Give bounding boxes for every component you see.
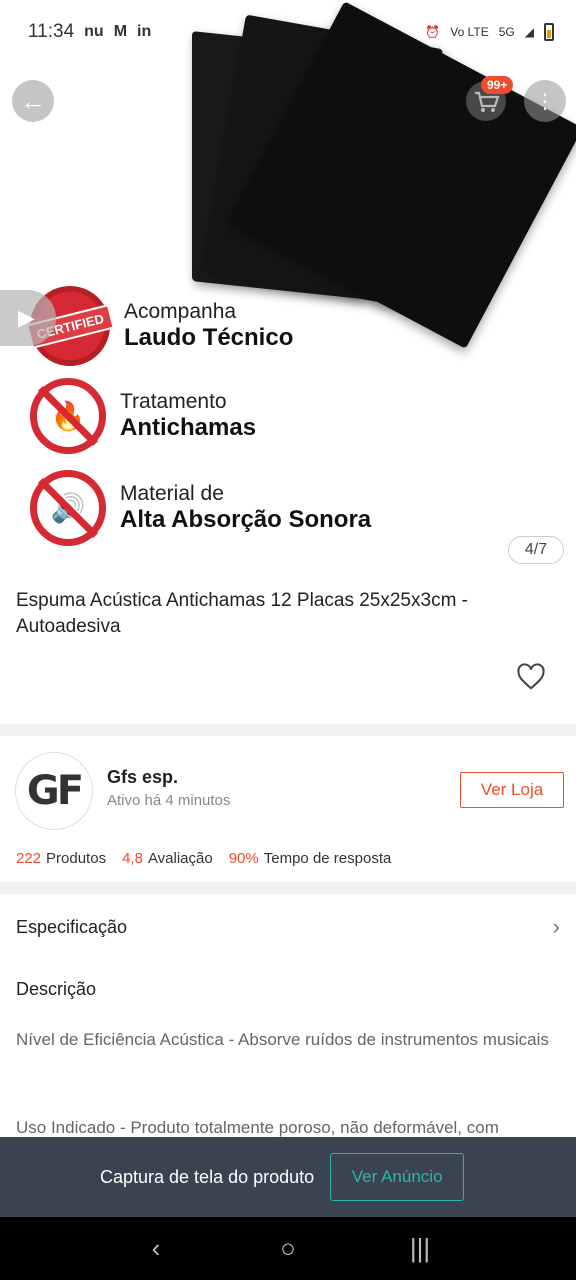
clock: 11:34 [28, 21, 75, 42]
nav-home-button[interactable]: ○ [268, 1229, 308, 1269]
seller-stats: 222 Produtos 4,8 Avaliação 90% Tempo de res… [16, 850, 391, 867]
specification-label: Especificação [16, 916, 128, 937]
network-indicator: 5G [498, 25, 515, 39]
description-paragraph: Nível de Eficiência Acústica - Absorve r… [16, 1030, 549, 1049]
feature-sound-absorption: 🔊 Material de Alta Absorção Sonora [30, 470, 371, 546]
arrow-left-icon: ← [20, 85, 46, 116]
chevron-right-icon: › [552, 914, 560, 939]
seller-name[interactable]: Gfs esp. [107, 767, 178, 788]
feature-line-bold: Alta Absorção Sonora [120, 506, 372, 534]
feature-line-bold: Antichamas [120, 414, 257, 442]
system-navigation-bar: ‹ ○ ||| [0, 1217, 576, 1280]
no-sound-icon: 🔊 [30, 470, 106, 546]
feature-line: Material de [120, 482, 224, 506]
nav-recents-button[interactable]: ||| [400, 1229, 440, 1269]
section-divider [0, 724, 576, 736]
nu-notification-icon: nu [84, 23, 104, 40]
cart-button[interactable]: 99+ [465, 76, 514, 122]
seller-logo-text: GF [26, 768, 84, 814]
nav-back-button[interactable]: ‹ [136, 1229, 176, 1269]
cart-count-badge: 99+ [481, 76, 514, 94]
section-divider [0, 882, 576, 894]
product-title-section: Espuma Acústica Antichamas 12 Placas 25x… [0, 588, 576, 640]
no-fire-icon: 🔥 [30, 378, 106, 454]
feature-fire-retardant: 🔥 Tratamento Antichamas [30, 378, 256, 454]
view-listing-button[interactable]: Ver Anúncio [330, 1153, 465, 1201]
more-options-button[interactable]: ⋮ [524, 80, 566, 122]
volte-indicator: Vo LTE [450, 25, 489, 39]
play-video-button[interactable]: ▶ [0, 290, 56, 346]
nav-recents-icon: ||| [409, 1233, 431, 1263]
stat-rating: 4,8 Avaliação [122, 850, 213, 867]
feature-line-bold: Laudo Técnico [124, 324, 294, 352]
more-vertical-icon: ⋮ [535, 90, 555, 113]
feature-line: Tratamento [120, 390, 227, 414]
product-title: Espuma Acústica Antichamas 12 Placas 25x… [16, 590, 469, 637]
specification-row[interactable]: Especificação › [0, 910, 576, 944]
signal-icon: ◢ [524, 25, 534, 39]
screenshot-capture-bar: Captura de tela do produto Ver Anúncio [0, 1137, 576, 1217]
feature-certified: CERTIFIED Acompanha Laudo Técnico [25, 286, 294, 366]
nav-home-icon: ○ [280, 1233, 296, 1263]
description-label: Descrição [16, 979, 97, 999]
play-icon: ▶ [18, 305, 35, 330]
stat-response-time: 90% Tempo de resposta [228, 850, 392, 867]
seller-active-status: Ativo há 4 minutos [107, 792, 231, 809]
favorite-heart-icon[interactable] [516, 662, 546, 692]
nav-back-icon: ‹ [151, 1233, 161, 1263]
seller-avatar[interactable]: GF [15, 752, 93, 830]
status-bar: 11:34 nu M in ⏰ Vo LTE 5G ◢ [0, 0, 576, 64]
feature-line: Acompanha [124, 300, 237, 324]
alarm-icon: ⏰ [425, 25, 441, 39]
view-store-button[interactable]: Ver Loja [460, 772, 564, 808]
capture-bar-text: Captura de tela do produto [100, 1166, 315, 1187]
back-button[interactable]: ← [12, 80, 54, 122]
battery-icon [544, 23, 554, 41]
image-counter: 4/7 [508, 536, 564, 564]
gmail-icon: M [113, 23, 128, 40]
stat-products: 222 Produtos [16, 850, 107, 867]
linkedin-icon: in [137, 23, 152, 40]
